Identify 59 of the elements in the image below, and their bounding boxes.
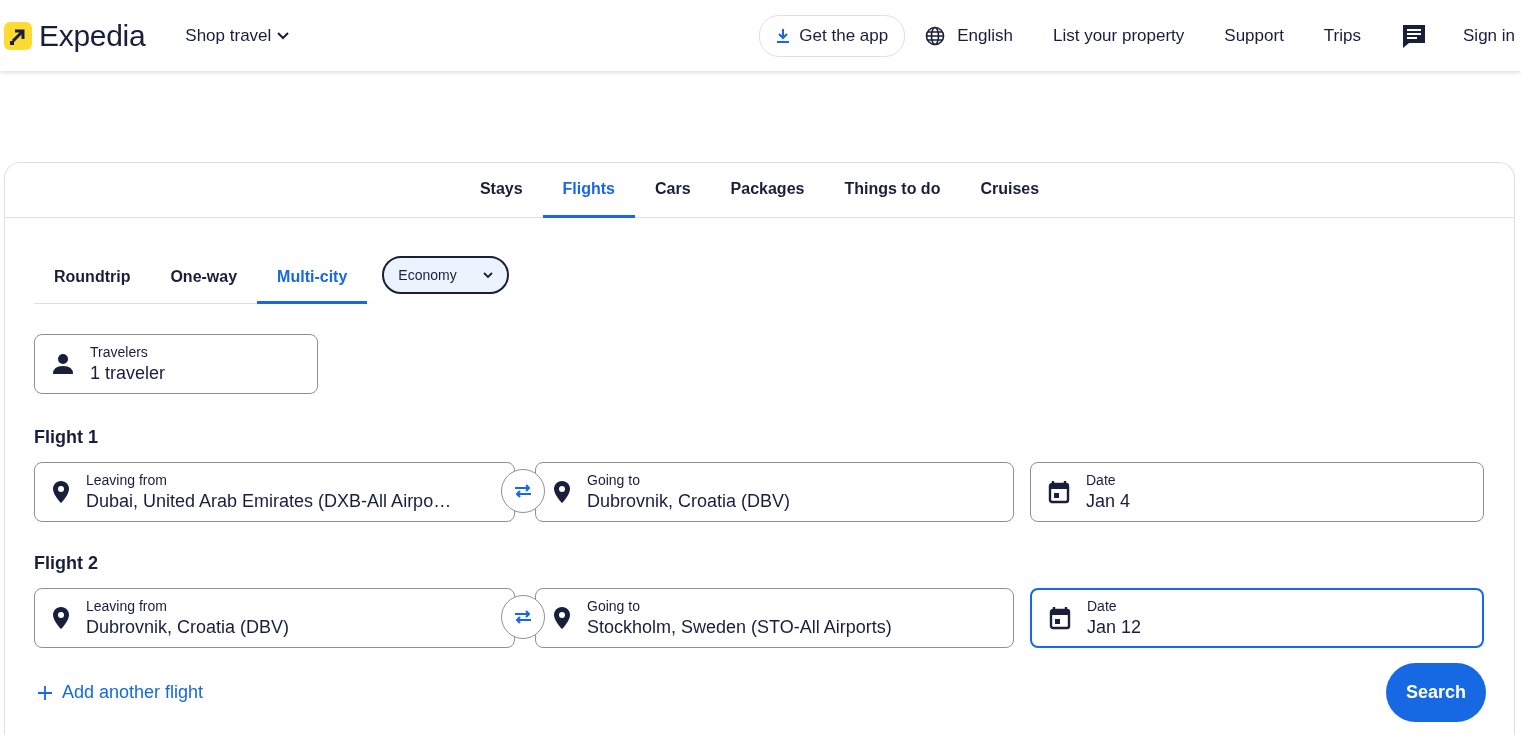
chevron-down-icon bbox=[277, 31, 290, 40]
going-to-field[interactable]: Going to Dubrovnik, Croatia (DBV) bbox=[535, 462, 1014, 522]
field-label: Date bbox=[1086, 472, 1117, 488]
tab[interactable]: Packages bbox=[710, 163, 825, 218]
field-value: Jan 12 bbox=[1087, 617, 1142, 638]
field-value: Jan 4 bbox=[1086, 491, 1131, 512]
tab[interactable]: Cars bbox=[635, 163, 711, 218]
chevron-down-icon bbox=[482, 271, 493, 279]
flight-heading: Flight 1 bbox=[34, 427, 99, 448]
field-value: Stockholm, Sweden (STO-All Airports) bbox=[587, 617, 892, 638]
flight-heading: Flight 2 bbox=[34, 553, 99, 574]
calendar-icon bbox=[1049, 606, 1071, 630]
leaving-from-field[interactable]: Leaving from Dubrovnik, Croatia (DBV) bbox=[34, 588, 515, 648]
search-button[interactable]: Search bbox=[1385, 663, 1486, 722]
trip-type-tab[interactable]: One-way bbox=[150, 256, 258, 304]
field-label: Going to bbox=[587, 472, 641, 488]
travelers-field[interactable]: Travelers 1 traveler bbox=[34, 334, 318, 394]
location-pin-icon bbox=[553, 606, 571, 630]
field-value: Dubai, United Arab Emirates (DXB-All Airpo… bbox=[86, 491, 452, 512]
nav-link[interactable]: Trips bbox=[1323, 25, 1361, 46]
language-button[interactable]: English bbox=[925, 25, 1013, 46]
shop-travel-menu[interactable]: Shop travel bbox=[185, 25, 290, 46]
trip-type-tab[interactable]: Multi-city bbox=[257, 256, 368, 304]
message-icon[interactable] bbox=[1401, 22, 1427, 49]
globe-icon bbox=[925, 25, 946, 46]
field-label: Going to bbox=[587, 598, 641, 614]
field-label: Leaving from bbox=[86, 472, 168, 488]
tab[interactable]: Stays bbox=[459, 163, 543, 218]
date-field[interactable]: Date Jan 12 bbox=[1030, 588, 1484, 648]
add-flight-link[interactable]: Add another flight bbox=[34, 682, 204, 703]
date-field[interactable]: Date Jan 4 bbox=[1030, 462, 1484, 522]
get-app-button[interactable]: Get the app bbox=[759, 14, 906, 57]
field-value: 1 traveler bbox=[90, 363, 166, 384]
field-label: Date bbox=[1087, 598, 1118, 614]
logo-icon[interactable] bbox=[4, 21, 32, 50]
location-pin-icon bbox=[52, 480, 70, 504]
field-value: Dubrovnik, Croatia (DBV) bbox=[587, 491, 791, 512]
location-pin-icon bbox=[52, 606, 70, 630]
cabin-class-dropdown[interactable]: Economy bbox=[382, 256, 509, 294]
field-label: Leaving from bbox=[86, 598, 168, 614]
trip-type-tab[interactable]: Roundtrip bbox=[34, 256, 151, 304]
calendar-icon bbox=[1048, 480, 1070, 504]
plus-icon bbox=[38, 685, 52, 700]
nav-link[interactable]: Support bbox=[1224, 25, 1284, 46]
field-value: Dubrovnik, Croatia (DBV) bbox=[86, 617, 290, 638]
nav-link[interactable]: Sign in bbox=[1463, 25, 1515, 46]
leaving-from-field[interactable]: Leaving from Dubai, United Arab Emirates (DXB-All Airpo… bbox=[34, 462, 515, 522]
tab[interactable]: Things to do bbox=[824, 163, 961, 218]
tab[interactable]: Cruises bbox=[960, 163, 1060, 218]
field-label: Travelers bbox=[90, 344, 149, 360]
going-to-field[interactable]: Going to Stockholm, Sweden (STO-All Airports) bbox=[535, 588, 1014, 648]
logo-text[interactable]: Expedia bbox=[39, 18, 146, 53]
swap-arrows-icon bbox=[514, 610, 532, 624]
location-pin-icon bbox=[553, 480, 571, 504]
nav-link[interactable]: List your property bbox=[1052, 25, 1185, 46]
download-icon bbox=[776, 27, 791, 44]
swap-arrows-icon bbox=[514, 484, 532, 498]
tab[interactable]: Flights bbox=[542, 163, 635, 218]
person-icon bbox=[52, 353, 74, 375]
